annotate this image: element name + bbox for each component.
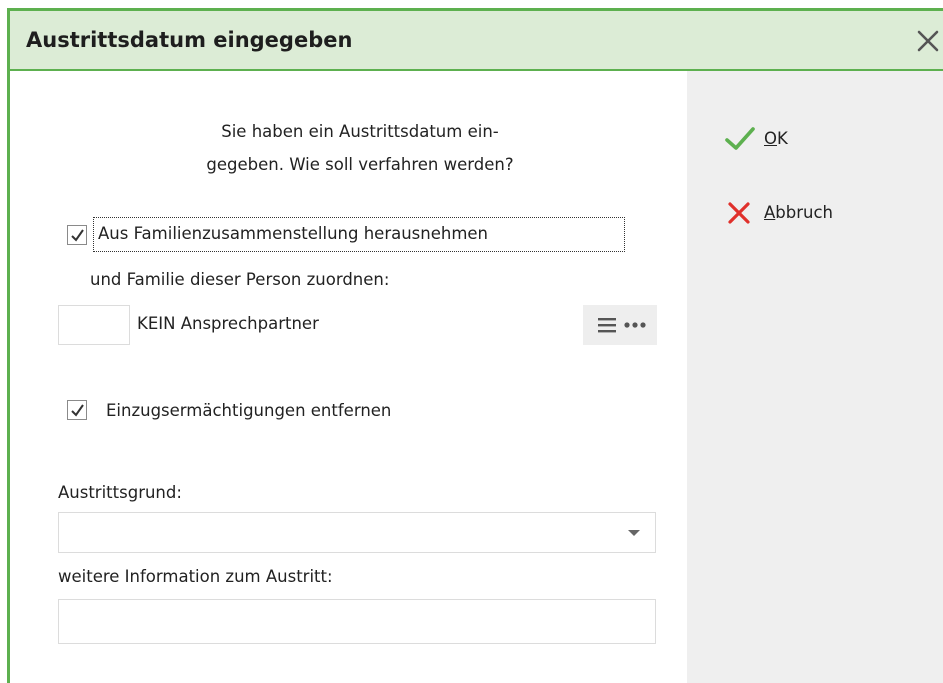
caret-down-icon[interactable] — [627, 529, 641, 537]
cancel-button-label[interactable]: Abbruch — [764, 203, 833, 222]
dialog-message-line-1: Sie haben ein Austrittsdatum ein- — [221, 122, 499, 141]
cancel-button[interactable]: Abbruch — [725, 197, 855, 229]
remove-from-family-checkbox[interactable] — [67, 225, 87, 245]
dialog-title: Austrittsdatum eingegeben — [26, 28, 353, 52]
ok-button-label[interactable]: OK — [764, 129, 788, 148]
close-button[interactable] — [914, 27, 942, 55]
ok-label-rest: K — [777, 129, 788, 148]
remove-from-family-label[interactable]: Aus Familienzusammenstellung herausnehme… — [98, 224, 488, 243]
exit-info-label: weitere Information zum Austritt: — [58, 567, 333, 586]
close-icon[interactable] — [914, 27, 942, 55]
exit-info-input[interactable] — [58, 599, 656, 644]
remove-direct-debit-checkbox[interactable] — [67, 400, 87, 420]
exit-reason-select[interactable] — [58, 512, 656, 553]
person-picker-button[interactable] — [583, 305, 657, 345]
dialog-message-line-2: gegeben. Wie soll verfahren werden? — [206, 155, 514, 174]
ok-button[interactable]: OK — [725, 123, 805, 155]
list-icon[interactable] — [597, 316, 617, 334]
person-number-field[interactable] — [58, 305, 130, 345]
checkmark-icon — [725, 127, 755, 150]
assign-family-label: und Familie dieser Person zuordnen: — [90, 270, 390, 289]
cross-icon — [728, 202, 750, 224]
dialog-titlebar: Austrittsdatum eingegeben — [10, 11, 943, 71]
exit-reason-label: Austrittsgrund: — [58, 483, 182, 502]
exit-date-dialog: Austrittsdatum eingegeben Sie haben ein … — [0, 0, 943, 683]
remove-direct-debit-label[interactable]: Einzugsermächtigungen entfernen — [106, 401, 391, 420]
checkmark-icon — [71, 229, 84, 242]
more-dots-icon[interactable] — [624, 320, 646, 330]
ok-mnemonic: O — [764, 129, 777, 148]
contact-person-label: KEIN Ansprechpartner — [137, 314, 319, 333]
checkmark-icon — [71, 404, 84, 417]
cancel-mnemonic: A — [764, 203, 776, 222]
action-panel: OK Abbruch — [687, 71, 943, 683]
cancel-label-rest: bbruch — [775, 203, 834, 222]
dialog-content: Sie haben ein Austrittsdatum ein- gegebe… — [10, 71, 687, 683]
dialog-message: Sie haben ein Austrittsdatum ein- gegebe… — [150, 115, 570, 181]
remove-from-family-label-focus[interactable]: Aus Familienzusammenstellung herausnehme… — [93, 217, 625, 252]
